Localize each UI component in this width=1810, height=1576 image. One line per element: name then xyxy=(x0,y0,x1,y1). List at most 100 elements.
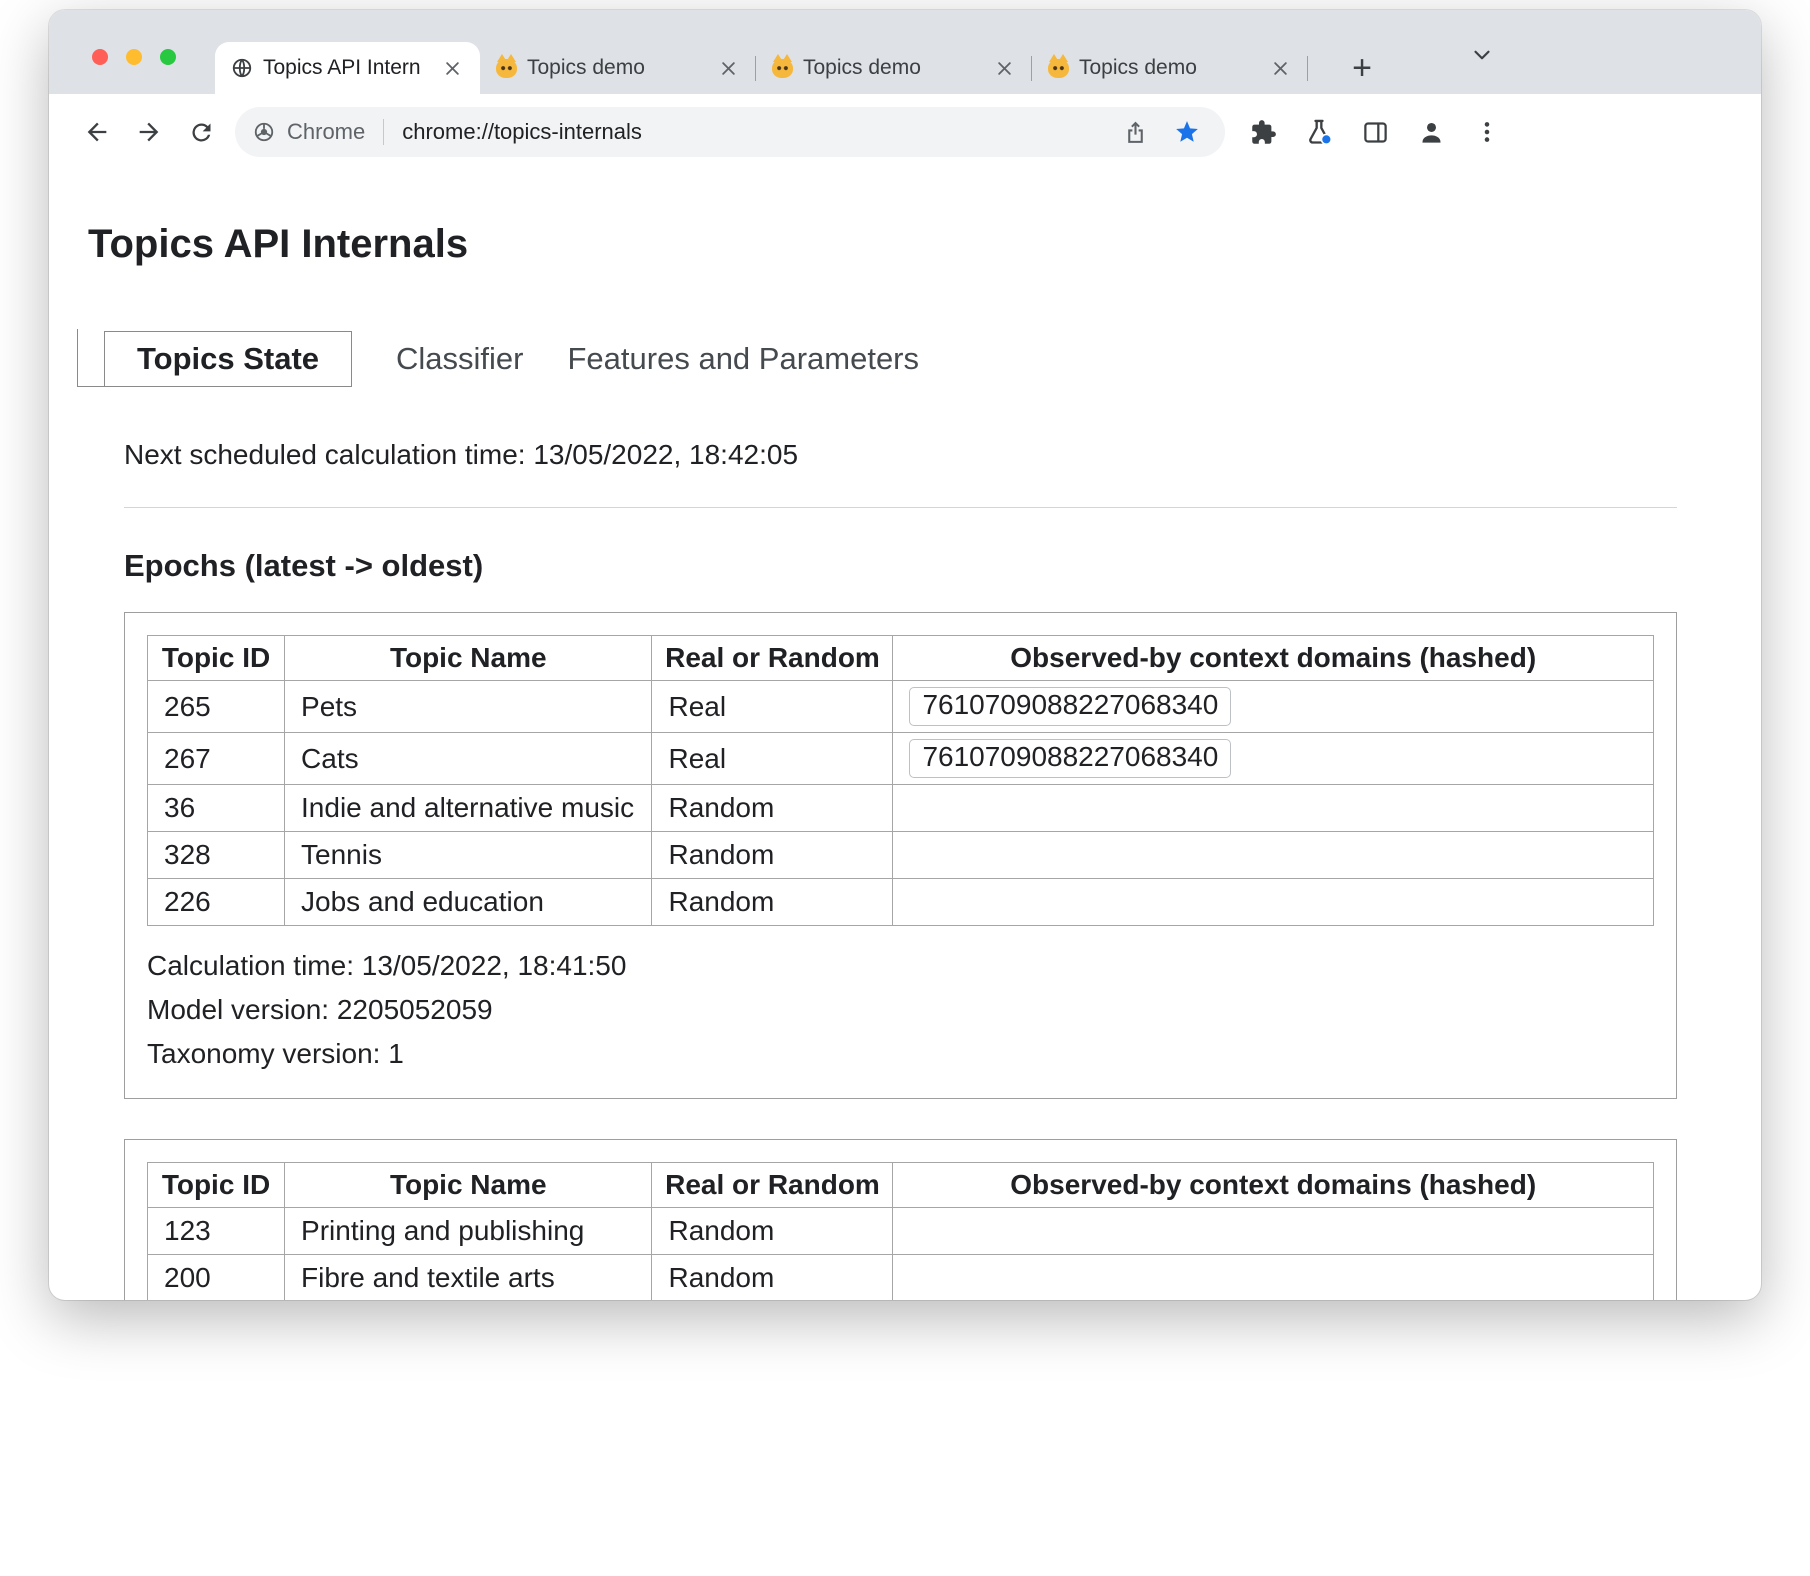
observed-domains-cell xyxy=(893,1208,1654,1255)
column-header-real-or-random: Real or Random xyxy=(652,636,893,681)
table-row: 226 Jobs and education Random xyxy=(148,879,1654,926)
observed-domains-cell xyxy=(893,1255,1654,1301)
tab-close-icon[interactable] xyxy=(440,56,464,80)
close-window-button[interactable] xyxy=(92,49,108,65)
topic-id-cell: 123 xyxy=(148,1208,285,1255)
real-or-random-cell: Random xyxy=(652,1255,893,1301)
topic-id-cell: 265 xyxy=(148,681,285,733)
tab-close-icon[interactable] xyxy=(992,56,1016,80)
topic-name-cell: Pets xyxy=(285,681,652,733)
tab-features-and-parameters[interactable]: Features and Parameters xyxy=(568,331,920,387)
observed-domains-cell xyxy=(893,785,1654,832)
page-title: Topics API Internals xyxy=(88,222,1677,267)
tab-topics-state[interactable]: Topics State xyxy=(104,331,352,387)
flask-experiment-icon[interactable] xyxy=(1293,106,1345,158)
tab-classifier[interactable]: Classifier xyxy=(396,331,523,387)
browser-window: Topics API Intern Topics demo Topics dem… xyxy=(49,10,1761,1300)
observed-domains-cell xyxy=(893,832,1654,879)
real-or-random-cell: Random xyxy=(652,1208,893,1255)
topic-name-cell: Fibre and textile arts xyxy=(285,1255,652,1301)
chevron-down-icon[interactable] xyxy=(1463,36,1501,74)
table-row: 267 Cats Real 7610709088227068340 xyxy=(148,733,1654,785)
browser-tabs: Topics API Intern Topics demo Topics dem… xyxy=(215,42,1382,94)
calculation-time: Calculation time: 13/05/2022, 18:41:50 xyxy=(147,944,1654,988)
page-tab-bar: Topics State Classifier Features and Par… xyxy=(104,331,1677,387)
domains-textarea[interactable]: 7610709088227068340 xyxy=(909,687,1231,726)
domains-textarea[interactable]: 7610709088227068340 xyxy=(909,739,1231,778)
profile-avatar-icon[interactable] xyxy=(1405,106,1457,158)
cat-icon xyxy=(1048,59,1069,78)
browser-toolbar: Chrome chrome://topics-internals xyxy=(49,94,1761,170)
real-or-random-cell: Real xyxy=(652,681,893,733)
real-or-random-cell: Random xyxy=(652,879,893,926)
extensions-puzzle-icon[interactable] xyxy=(1237,106,1289,158)
address-url: chrome://topics-internals xyxy=(402,119,642,145)
column-header-observed-domains: Observed-by context domains (hashed) xyxy=(893,1163,1654,1208)
reload-button[interactable] xyxy=(175,106,227,158)
epoch-box-1: Topic ID Topic Name Real or Random Obser… xyxy=(124,612,1677,1099)
topic-id-cell: 200 xyxy=(148,1255,285,1301)
chrome-globe-icon xyxy=(253,121,275,143)
topics-state-panel: Next scheduled calculation time: 13/05/2… xyxy=(124,439,1677,1300)
topic-name-cell: Jobs and education xyxy=(285,879,652,926)
column-header-topic-name: Topic Name xyxy=(285,1163,652,1208)
address-site-label: Chrome xyxy=(287,119,365,145)
topic-id-cell: 226 xyxy=(148,879,285,926)
share-button[interactable] xyxy=(1115,112,1155,152)
taxonomy-version: Taxonomy version: 1 xyxy=(147,1032,1654,1076)
tab-title: Topics demo xyxy=(527,56,706,80)
tab-strip: Topics API Intern Topics demo Topics dem… xyxy=(49,10,1761,94)
side-panel-icon[interactable] xyxy=(1349,106,1401,158)
topic-name-cell: Indie and alternative music xyxy=(285,785,652,832)
toolbar-right-icons xyxy=(1233,106,1513,158)
column-header-topic-id: Topic ID xyxy=(148,636,285,681)
kebab-menu-icon[interactable] xyxy=(1461,106,1513,158)
minimize-window-button[interactable] xyxy=(126,49,142,65)
browser-tab-topics-internals[interactable]: Topics API Intern xyxy=(215,42,480,94)
topic-name-cell: Cats xyxy=(285,733,652,785)
bookmark-star-icon[interactable] xyxy=(1167,112,1207,152)
new-tab-button[interactable]: + xyxy=(1342,42,1382,94)
zoom-window-button[interactable] xyxy=(160,49,176,65)
topic-name-cell: Tennis xyxy=(285,832,652,879)
epochs-heading: Epochs (latest -> oldest) xyxy=(124,548,1677,584)
next-calculation-time: Next scheduled calculation time: 13/05/2… xyxy=(124,439,1677,471)
observed-domains-cell: 7610709088227068340 xyxy=(893,681,1654,733)
table-row: 328 Tennis Random xyxy=(148,832,1654,879)
model-version: Model version: 2205052059 xyxy=(147,988,1654,1032)
epoch-metadata: Calculation time: 13/05/2022, 18:41:50 M… xyxy=(147,944,1654,1076)
back-button[interactable] xyxy=(71,106,123,158)
globe-icon xyxy=(231,57,253,79)
epoch-table-2: Topic ID Topic Name Real or Random Obser… xyxy=(147,1162,1654,1300)
address-divider xyxy=(383,119,384,145)
cat-icon xyxy=(496,59,517,78)
table-row: 265 Pets Real 7610709088227068340 xyxy=(148,681,1654,733)
tab-close-icon[interactable] xyxy=(716,56,740,80)
epoch-box-2: Topic ID Topic Name Real or Random Obser… xyxy=(124,1139,1677,1300)
tab-close-icon[interactable] xyxy=(1268,56,1292,80)
tab-title: Topics demo xyxy=(1079,56,1258,80)
tab-title: Topics demo xyxy=(803,56,982,80)
column-header-topic-name: Topic Name xyxy=(285,636,652,681)
forward-button[interactable] xyxy=(123,106,175,158)
observed-domains-cell: 7610709088227068340 xyxy=(893,733,1654,785)
topic-id-cell: 328 xyxy=(148,832,285,879)
column-header-observed-domains: Observed-by context domains (hashed) xyxy=(893,636,1654,681)
browser-tab-topics-demo-1[interactable]: Topics demo xyxy=(480,42,756,94)
column-header-real-or-random: Real or Random xyxy=(652,1163,893,1208)
table-header-row: Topic ID Topic Name Real or Random Obser… xyxy=(148,636,1654,681)
tab-title: Topics API Intern xyxy=(263,56,430,80)
cat-icon xyxy=(772,59,793,78)
topic-id-cell: 267 xyxy=(148,733,285,785)
address-bar[interactable]: Chrome chrome://topics-internals xyxy=(235,107,1225,157)
topic-name-cell: Printing and publishing xyxy=(285,1208,652,1255)
browser-tab-topics-demo-2[interactable]: Topics demo xyxy=(756,42,1032,94)
table-row: 123 Printing and publishing Random xyxy=(148,1208,1654,1255)
window-controls xyxy=(92,49,176,65)
observed-domains-cell xyxy=(893,879,1654,926)
divider xyxy=(124,507,1677,508)
real-or-random-cell: Random xyxy=(652,832,893,879)
page-content: Topics API Internals Topics State Classi… xyxy=(49,170,1761,1300)
table-row: 200 Fibre and textile arts Random xyxy=(148,1255,1654,1301)
browser-tab-topics-demo-3[interactable]: Topics demo xyxy=(1032,42,1308,94)
